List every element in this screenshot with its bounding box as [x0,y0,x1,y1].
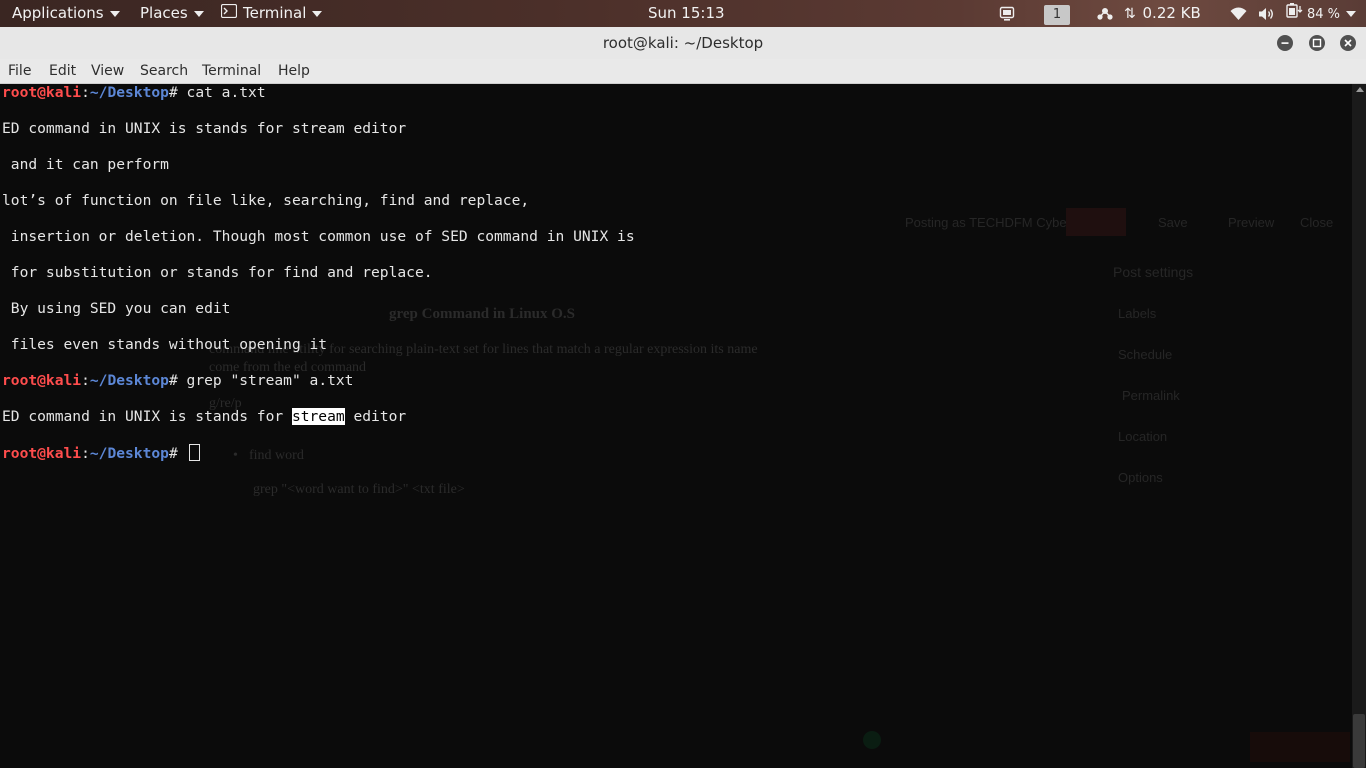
prompt-user: root@kali [2,372,82,389]
terminal-line: root@kali:~/Desktop# [2,444,635,462]
terminal-view[interactable]: grep Command in Linux O.S command line u… [0,84,1352,768]
output-line: for substitution or stands for find and … [2,264,433,281]
prompt-hash: # [168,372,187,389]
close-button[interactable] [1340,35,1356,51]
minimize-icon [1281,42,1289,44]
prompt-user: root@kali [2,84,82,101]
ghost-save: Save [1158,215,1188,230]
battery-indicator[interactable]: 84 % [1286,0,1357,27]
prompt-hash: # [168,445,187,462]
ghost-code: grep "<word want to find>" <txt file> [253,482,465,497]
menu-view[interactable]: View [91,59,124,83]
menu-search[interactable]: Search [140,59,188,83]
ghost-post-settings: Post settings [1113,264,1194,280]
volume-icon[interactable] [1258,0,1275,27]
prompt-separator: : [81,84,90,101]
ghost-schedule: Schedule [1118,347,1173,362]
ghost-close: Close [1300,215,1334,230]
chevron-down-icon [1346,10,1357,17]
menu-edit[interactable]: Edit [49,59,76,83]
workspace-number: 1 [1044,5,1070,25]
updown-arrows-icon: ⇅ [1124,6,1136,22]
workspace-indicator[interactable]: 1 [1044,0,1070,27]
clock[interactable]: Sun 15:13 [648,0,725,27]
ghost-permalink: Permalink [1122,388,1180,403]
ghost-publish-button [1066,208,1126,236]
window-titlebar[interactable]: root@kali: ~/Desktop [0,27,1366,60]
clock-label: Sun 15:13 [648,4,725,22]
output-line: lot’s of function on file like, searchin… [2,192,530,209]
terminal-app-label: Terminal [243,4,307,22]
ghost-posting-as: Posting as TECHDFM Cyber [905,215,1071,230]
menu-file[interactable]: File [8,59,31,83]
prompt-path: ~/Desktop [89,372,169,389]
output-line: By using SED you can edit [2,300,231,317]
menu-bar: File Edit View Search Terminal Help [0,59,1366,84]
applications-menu[interactable]: Applications [12,0,120,27]
scroll-up-arrow-icon[interactable] [1356,87,1364,92]
prompt-hash: # [168,84,187,101]
menu-help[interactable]: Help [278,59,310,83]
output-line: insertion or deletion. Though most commo… [2,228,635,245]
ghost-preview: Preview [1228,215,1275,230]
ghost-location: Location [1118,429,1168,444]
applications-label: Applications [12,4,104,22]
chevron-down-icon [193,10,204,17]
ghost-status-dot [863,731,881,749]
ghost-labels: Labels [1118,306,1157,321]
terminal-line: root@kali:~/Desktop# grep "stream" a.txt [2,372,635,390]
terminal-app-menu[interactable]: Terminal [220,0,323,27]
display-icon[interactable] [999,0,1015,27]
menu-terminal[interactable]: Terminal [202,59,261,83]
prompt-separator: : [81,445,90,462]
command-text: cat a.txt [186,84,266,101]
prompt-path: ~/Desktop [89,84,169,101]
grep-match-highlight: stream [291,408,345,425]
terminal-icon [220,0,238,27]
grep-result-before: ED command in UNIX is stands for [2,408,292,425]
ghost-options: Options [1118,470,1163,485]
wifi-icon[interactable] [1230,0,1247,27]
chevron-down-icon [109,10,120,17]
grep-result-line: ED command in UNIX is stands for stream … [2,408,635,426]
minimize-button[interactable] [1277,35,1293,51]
battery-icon [1286,0,1304,27]
output-line: files even stands without opening it [2,336,328,353]
close-icon [1344,39,1352,47]
chevron-down-icon [312,10,323,17]
prompt-user: root@kali [2,445,82,462]
output-line: ED command in UNIX is stands for stream … [2,120,407,137]
command-text: grep "stream" a.txt [186,372,354,389]
grep-result-after: editor [344,408,407,425]
places-menu[interactable]: Places [140,0,204,27]
terminal-line: root@kali:~/Desktop# cat a.txt [2,84,635,102]
prompt-separator: : [81,372,90,389]
maximize-icon [1312,38,1322,48]
ghost-help-button [1250,732,1350,762]
network-monitor-icon[interactable] [1096,0,1114,27]
output-line: and it can perform [2,156,169,173]
places-label: Places [140,4,188,22]
top-panel: Applications Places Terminal Sun 15:13 1… [0,0,1366,27]
maximize-button[interactable] [1309,35,1325,51]
window-title: root@kali: ~/Desktop [602,34,764,52]
scrollbar-thumb[interactable] [1353,714,1365,768]
text-cursor[interactable] [188,444,200,461]
terminal-scrollbar[interactable] [1352,84,1366,768]
prompt-path: ~/Desktop [89,445,169,462]
network-rate-label: 0.22 KB [1142,4,1201,22]
battery-level: 84 % [1307,7,1341,22]
network-rate[interactable]: ⇅ 0.22 KB [1124,0,1201,27]
terminal-output: root@kali:~/Desktop# cat a.txt ED comman… [2,84,635,480]
